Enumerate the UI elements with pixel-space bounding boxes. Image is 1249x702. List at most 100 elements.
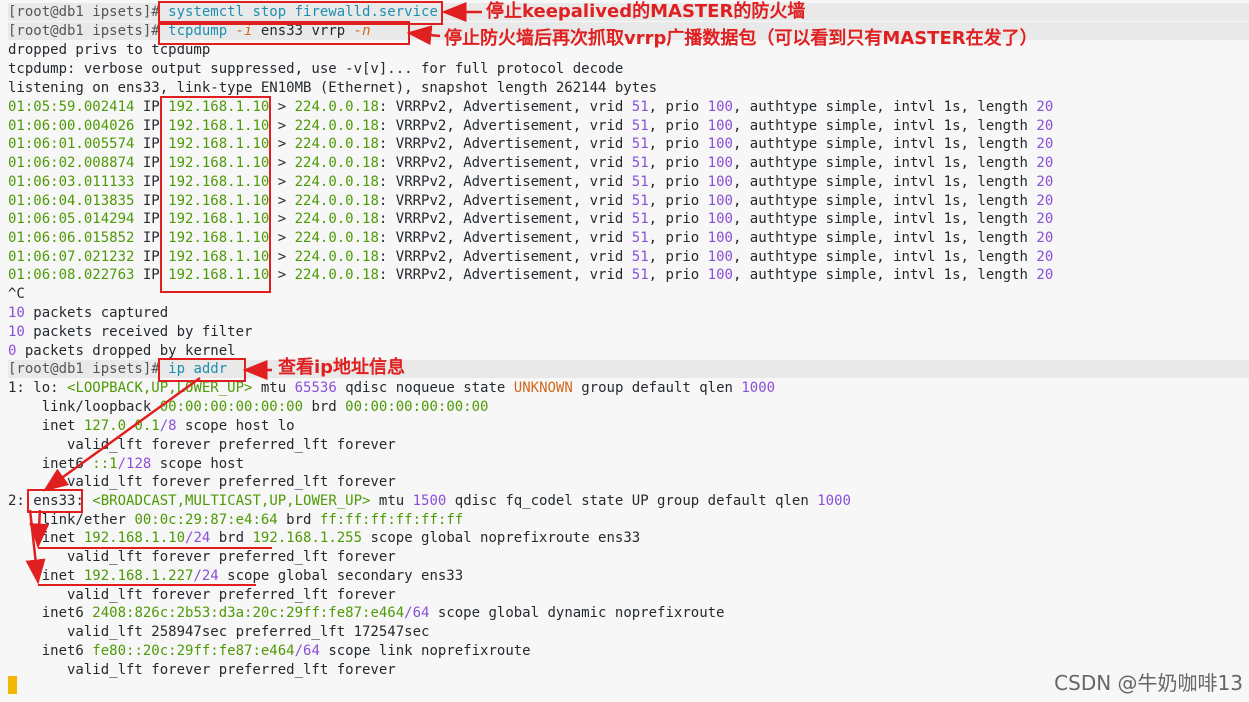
iface-lo-link: link/loopback 00:00:00:00:00:00 brd 00:0… [8,398,489,416]
iface-lo-mac: 00:00:00:00:00:00 [159,399,304,415]
packet-prio: 100 [707,192,733,209]
packet-timestamp: 01:06:01.005574 [8,136,135,153]
packet-dest-ip: 224.0.0.18 [294,192,379,209]
packet-text: IP [134,267,169,284]
packet-source-ip: 192.168.1.10 [168,248,270,265]
packet-text: , length [960,155,1037,172]
packet-text: IP [134,229,169,246]
iface-lo-header: 1: lo: <LOOPBACK,UP,LOWER_UP> mtu 65536 … [8,379,775,397]
iface-lo-ipv6: ::1 [92,456,118,472]
captured-count: 10 [8,305,25,321]
packet-length: 20 [1036,117,1054,134]
packet-length: 20 [1036,211,1054,228]
terminal-cursor[interactable] [8,676,17,694]
iface-ens33-vip-scope: scope global secondary ens33 [218,568,464,584]
packet-timestamp: 01:06:02.008874 [8,155,135,172]
watermark: CSDN @牛奶咖啡13 [1054,671,1243,695]
iface-ens33-name: ens33 [33,493,76,509]
packet-text: , authtype simple, intvl [732,248,944,265]
inet-label: inet [8,568,84,584]
terminal-window[interactable]: [root@db1 ipsets]# systemctl stop firewa… [0,0,1249,702]
packet-length: 20 [1036,155,1054,172]
packet-text: , length [960,229,1037,246]
packet-vrid: 51 [631,155,649,172]
received-count: 10 [8,324,25,340]
brd-label: brd [210,530,253,546]
iface-ens33-qdisc: qdisc fq_codel state UP group default ql… [446,493,818,509]
iface-lo-scope: scope host lo [176,418,295,434]
packet-timestamp: 01:06:05.014294 [8,211,135,228]
packet-text: , length [960,99,1037,115]
packet-source-ip: 192.168.1.10 [168,136,270,153]
packet-text: , prio [648,155,708,172]
packet-line: 01:05:59.002414 IP 192.168.1.10 > 224.0.… [8,98,1053,116]
iface-lo-ipv6-scope: scope host [151,456,245,472]
iface-lo-qlen: 1000 [741,380,776,396]
packet-vrid: 51 [631,136,649,153]
iface-lo-lft: valid_lft forever preferred_lft forever [8,437,396,453]
iface-ens33-ipv6-scope: scope global dynamic noprefixroute [429,605,725,621]
iface-ens33-qlen: 1000 [817,493,851,509]
packet-text: , authtype simple, intvl [732,173,944,190]
packet-timestamp: 01:06:06.015852 [8,229,135,246]
packet-vrid: 51 [631,99,649,115]
packet-source-ip: 192.168.1.10 [168,173,270,190]
iface-ens33-link6-lft: valid_lft forever preferred_lft forever [8,662,396,678]
packet-line: 01:06:07.021232 IP 192.168.1.10 > 224.0.… [8,248,1053,266]
packet-dest-ip: 224.0.0.18 [294,99,379,115]
iface-ens33-link-local-prefix: /64 [294,643,320,659]
packet-text: > [269,192,295,209]
iface-lo-inet: inet 127.0.0.1/8 scope host lo [8,417,295,435]
packet-length: 20 [1036,267,1054,284]
packet-text: > [269,229,295,246]
brd-label: brd [303,399,346,415]
packet-line: 01:06:08.022763 IP 192.168.1.10 > 224.0.… [8,266,1053,284]
iface-ens33-link6: inet6 fe80::20c:29ff:fe87:e464/64 scope … [8,642,531,660]
packet-source-ip: 192.168.1.10 [168,155,270,172]
ctrl-c-line: ^C [8,286,25,302]
colon: : [75,493,93,509]
packet-intvl: 1s [943,229,961,246]
packet-text: : VRRPv2, Advertisement, vrid [378,211,632,228]
packet-dest-ip: 224.0.0.18 [294,173,379,190]
packet-text: IP [134,248,169,265]
packet-vrid: 51 [631,248,649,265]
iface-ens33-inet: inet 192.168.1.10/24 brd 192.168.1.255 s… [8,529,641,547]
packet-line: 01:06:06.015852 IP 192.168.1.10 > 224.0.… [8,229,1053,247]
shell-prompt: [root@db1 ipsets]# [8,23,160,39]
packet-text: , authtype simple, intvl [732,99,944,115]
packet-text: IP [134,136,169,153]
packet-text: , prio [648,267,708,284]
packet-text: , authtype simple, intvl [732,211,944,228]
iface-lo-prefix: /8 [159,418,177,434]
iface-ens33-header: 2: ens33: <BROADCAST,MULTICAST,UP,LOWER_… [8,492,851,510]
packet-line: 01:06:05.014294 IP 192.168.1.10 > 224.0.… [8,210,1053,228]
packet-text: > [269,267,295,284]
packet-source-ip: 192.168.1.10 [168,229,270,246]
iface-ens33-mtu: 1500 [412,493,447,509]
packet-prio: 100 [707,173,733,190]
packet-dest-ip: 224.0.0.18 [294,229,379,246]
annotation-view-ip: 查看ip地址信息 [278,357,406,378]
packet-text: , prio [648,211,708,228]
iface-lo-index: 1: lo: [8,380,68,396]
iface-ens33-brd: ff:ff:ff:ff:ff:ff [319,512,464,528]
packet-prio: 100 [707,229,733,246]
captured-label: packets captured [24,305,169,321]
packet-text: : VRRPv2, Advertisement, vrid [378,173,632,190]
iface-ens33-ipv6-prefix: /64 [404,605,430,621]
command-flag-n: -n [353,23,371,39]
packet-text: , prio [648,229,708,246]
packet-text: , authtype simple, intvl [732,267,944,284]
packet-prio: 100 [707,155,733,172]
iface-lo-brd: 00:00:00:00:00:00 [345,399,489,415]
packet-source-ip: 192.168.1.10 [168,117,270,134]
packet-text: IP [134,211,169,228]
packet-intvl: 1s [943,211,961,228]
packet-text: : VRRPv2, Advertisement, vrid [378,136,632,153]
packet-length: 20 [1036,192,1054,209]
packet-line: 01:06:00.004026 IP 192.168.1.10 > 224.0.… [8,117,1053,135]
summary-captured: 10 packets captured [8,304,168,322]
iface-ens33-flags: <BROADCAST,MULTICAST,UP,LOWER_UP> [92,493,371,509]
dropped-label: packets dropped by kernel [16,343,236,359]
